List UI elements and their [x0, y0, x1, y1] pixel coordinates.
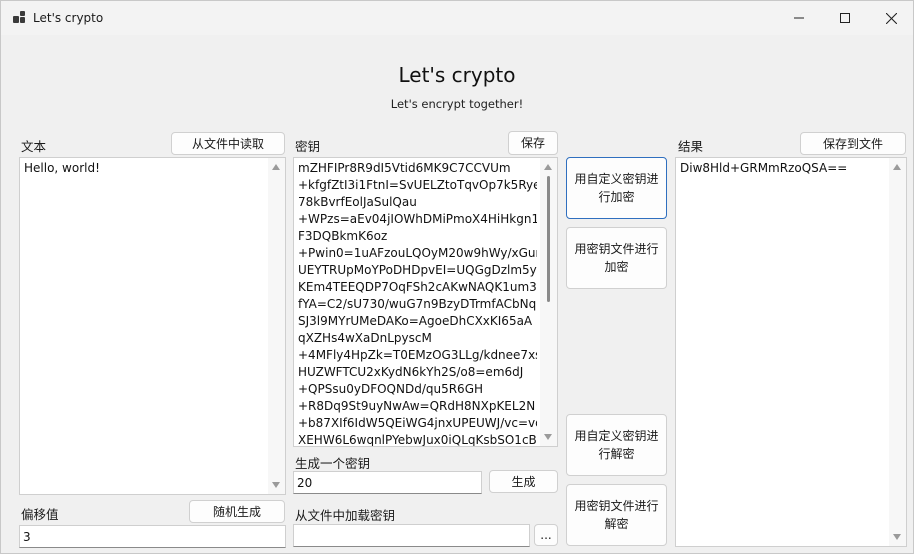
key-text-line: fYA=C2/sU730/wuG7n9BzyDTrmfACbNq	[298, 297, 537, 311]
key-text-line: XEHW6L6wqnlPYebwJux0iQLqKsbSO1cBI	[298, 433, 537, 447]
generate-key-button[interactable]: 生成	[489, 470, 558, 493]
key-text-line: 78kBvrfEolJaSulQau	[298, 195, 417, 209]
key-label: 密钥	[295, 139, 321, 154]
key-text-line: +4MFly4HpZk=T0EMzOG3LLg/kdnee7xs	[298, 348, 537, 362]
key-text-line: +kfgfZtI3i1FtnI=SvUELZtoTqvOp7k5Ryey	[298, 178, 537, 192]
browse-key-file-button[interactable]: ...	[534, 524, 558, 546]
key-text-line: SJ3l9MYrUMeDAKo=AgoeDhCXxKI65aA	[298, 314, 533, 328]
save-key-button[interactable]: 保存	[508, 131, 558, 155]
encrypt-custom-key-button[interactable]: 用自定义密钥进行加密	[566, 157, 667, 219]
scroll-down-arrow-icon[interactable]	[893, 534, 901, 540]
key-text-line: HUZWFTCU2xKydN6kYh2S/o8=em6dJ	[298, 365, 524, 379]
plaintext-textarea[interactable]: Hello, world!	[19, 157, 286, 495]
scroll-down-arrow-icon[interactable]	[272, 482, 280, 488]
generate-key-label: 生成一个密钥	[295, 456, 371, 471]
save-to-file-button[interactable]: 保存到文件	[800, 132, 906, 155]
key-text-line: UEYTRUpMoYPoDHDpvEI=UQGgDzlm5y	[298, 263, 537, 277]
key-text-line: +QPSsu0yDFOQNDd/qu5R6GH	[298, 382, 484, 396]
minimize-button[interactable]	[776, 1, 822, 35]
text-label: 文本	[21, 139, 47, 154]
load-key-label: 从文件中加载密钥	[295, 508, 396, 523]
key-scrollbar[interactable]	[540, 158, 557, 446]
key-text-line: +b87XIf6IdW5QEiWG4jnxUPEUWJ/vc=vq	[298, 416, 537, 430]
app-heading: Let's crypto	[398, 63, 516, 87]
key-text-line: +Pwin0=1uAFzouLQOyM20w9hWy/xGum	[298, 246, 537, 260]
decrypt-custom-key-button[interactable]: 用自定义密钥进行解密	[566, 414, 667, 476]
close-icon	[885, 12, 897, 24]
random-generate-button[interactable]: 随机生成	[189, 500, 285, 523]
result-textarea[interactable]: Diw8Hld+GRMmRzoQSA==	[675, 157, 907, 547]
key-textarea[interactable]: mZHFIPr8R9dI5Vtid6MK9C7CCVUm +kfgfZtI3i1F…	[293, 157, 558, 447]
key-text-line: +WPzs=aEv04jIOWhDMiPmoX4HiHkgn1l	[298, 212, 537, 226]
scroll-down-arrow-icon[interactable]	[544, 434, 552, 440]
maximize-button[interactable]	[822, 1, 868, 35]
plaintext-scrollbar[interactable]	[268, 158, 285, 494]
plaintext-content: Hello, world!	[24, 161, 100, 175]
offset-input[interactable]: 3	[19, 525, 286, 548]
key-text-line: qXZHs4wXaDnLpyscM	[298, 331, 432, 345]
title-bar[interactable]: Let's crypto	[1, 1, 913, 35]
app-subheading: Let's encrypt together!	[390, 97, 524, 111]
key-file-path-input[interactable]	[293, 524, 530, 547]
minimize-icon	[794, 17, 804, 19]
app-window: Let's crypto Let's crypto Let's encrypt …	[0, 0, 914, 554]
read-from-file-button[interactable]: 从文件中读取	[171, 132, 285, 155]
key-text-line: KEm4TEEQDP7OqFSh2cAKwNAQK1um3h	[298, 280, 537, 294]
key-scroll-thumb[interactable]	[547, 176, 550, 302]
scroll-up-arrow-icon[interactable]	[544, 164, 552, 170]
maximize-icon	[840, 13, 850, 23]
app-icon	[13, 11, 25, 23]
result-content: Diw8Hld+GRMmRzoQSA==	[680, 161, 848, 175]
result-scrollbar[interactable]	[889, 158, 906, 546]
key-text-line: F3DQBkmK6oz	[298, 229, 388, 243]
offset-label: 偏移值	[21, 507, 59, 522]
key-length-input[interactable]: 20	[293, 471, 482, 494]
key-text-line: mZHFIPr8R9dI5Vtid6MK9C7CCVUm	[298, 161, 511, 175]
decrypt-key-file-button[interactable]: 用密钥文件进行解密	[566, 484, 667, 546]
scroll-up-arrow-icon[interactable]	[272, 164, 280, 170]
result-label: 结果	[678, 139, 704, 154]
key-content: mZHFIPr8R9dI5Vtid6MK9C7CCVUm +kfgfZtI3i1F…	[298, 160, 537, 447]
key-text-line: +R8Dq9St9uyNwAw=QRdH8NXpKEL2N	[298, 399, 536, 413]
encrypt-key-file-button[interactable]: 用密钥文件进行加密	[566, 227, 667, 289]
window-title: Let's crypto	[33, 11, 104, 25]
close-button[interactable]	[868, 1, 913, 35]
scroll-up-arrow-icon[interactable]	[893, 164, 901, 170]
